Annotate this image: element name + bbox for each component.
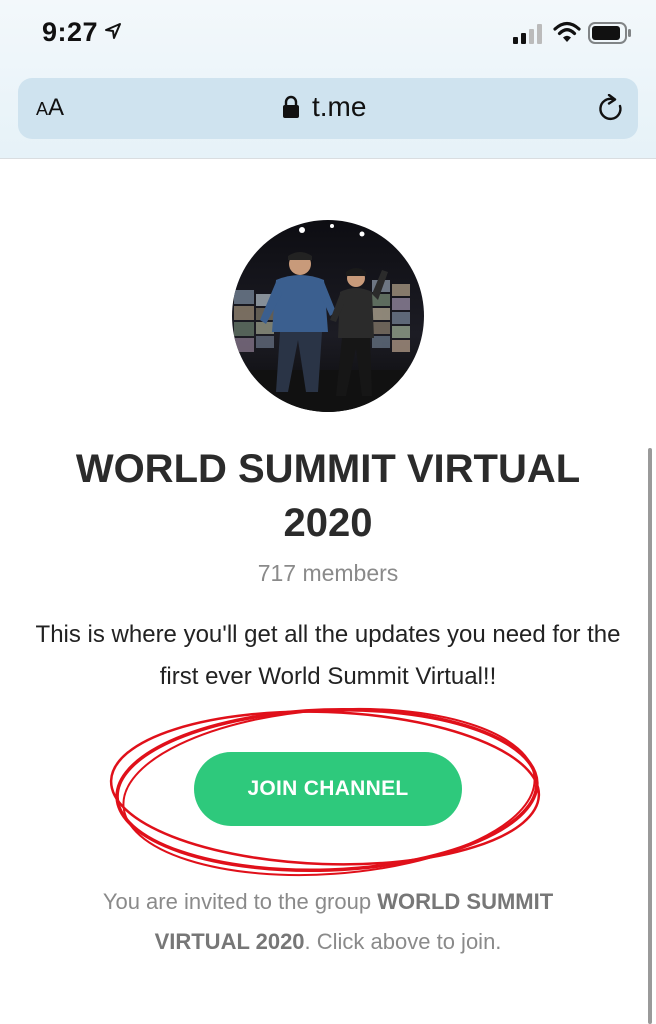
channel-title: WORLD SUMMIT VIRTUAL 2020 (75, 447, 581, 545)
join-channel-button[interactable]: JOIN CHANNEL (194, 752, 462, 826)
address-bar[interactable]: AA t.me (18, 78, 638, 139)
channel-description: This is where you'll get all the updates… (35, 621, 621, 690)
text-size-button[interactable]: AA (36, 94, 64, 122)
wifi-icon (553, 21, 581, 42)
cellular-signal-icon (513, 24, 542, 44)
invite-text: You are invited to the group WORLD SUMMI… (60, 882, 596, 962)
invite-suffix: . Click above to join. (304, 929, 502, 954)
location-arrow-icon (105, 23, 121, 39)
member-count: 717 members (257, 560, 399, 586)
invite-prefix: You are invited to the group (102, 889, 378, 914)
reload-icon[interactable] (596, 94, 626, 124)
status-time: 9:27 (42, 17, 99, 47)
lock-icon (283, 95, 299, 118)
channel-avatar (232, 220, 424, 412)
battery-icon (588, 22, 631, 44)
browser-chrome: 9:27 AA t.me (0, 0, 656, 159)
scrollbar[interactable] (648, 448, 652, 1024)
url-text[interactable]: t.me (312, 91, 366, 123)
status-bar: 9:27 (0, 0, 656, 66)
